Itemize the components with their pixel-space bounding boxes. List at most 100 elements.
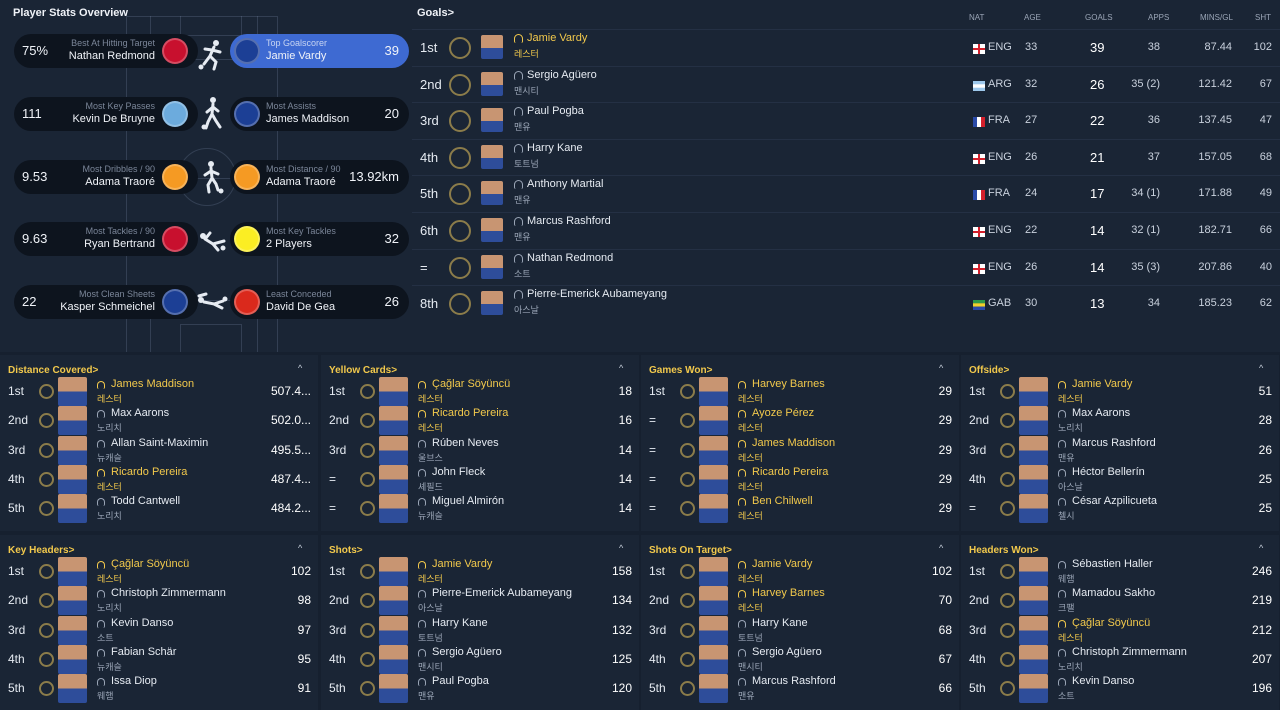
club-name[interactable]: 노리치 (97, 421, 122, 434)
list-item[interactable]: 1st Çağlar Söyüncü 레스터 18 (321, 377, 639, 406)
club-name[interactable]: 맨시티 (738, 660, 763, 673)
player-name[interactable]: Max Aarons (111, 407, 169, 419)
club-name[interactable]: 레스터 (738, 480, 763, 493)
table-row[interactable]: 3rd Paul Pogba 맨유 FRA 27 22 36 137.45 47 (412, 102, 1280, 138)
club-name[interactable]: 레스터 (738, 601, 763, 614)
stat-pill-right[interactable]: 13.92km Most Distance / 90 Adama Traoré (230, 160, 409, 194)
list-item[interactable]: 2nd Christoph Zimmermann 노리치 98 (0, 586, 318, 616)
collapse-icon[interactable]: ^ (1259, 363, 1269, 373)
collapse-icon[interactable]: ^ (298, 363, 308, 373)
list-item[interactable]: 2nd Harvey Barnes 레스터 70 (641, 586, 959, 616)
list-item[interactable]: 1st Çağlar Söyüncü 레스터 102 (0, 557, 318, 586)
player-name[interactable]: James Maddison (111, 378, 194, 390)
panel-title-link[interactable]: Games Won> (649, 365, 712, 376)
club-name[interactable]: 레스터 (738, 392, 763, 405)
list-item[interactable]: 3rd Harry Kane 토트넘 68 (641, 615, 959, 645)
list-item[interactable]: = James Maddison 레스터 29 (641, 435, 959, 465)
list-item[interactable]: = César Azpilicueta 첼시 25 (961, 494, 1279, 524)
table-row[interactable]: = Nathan Redmond 소트 ENG 26 14 35 (3) 207.86 40 (412, 248, 1280, 285)
list-item[interactable]: = Ricardo Pereira 레스터 29 (641, 464, 959, 494)
club-name[interactable]: 레스터 (97, 392, 122, 405)
table-row[interactable]: 1st Jamie Vardy 레스터 ENG 33 39 38 87.44 102 (412, 29, 1280, 65)
header-shots[interactable]: SHT (1255, 13, 1271, 22)
player-name[interactable]: Ricardo Pereira (432, 407, 508, 419)
list-item[interactable]: 4th Fabian Schär 뉴캐슬 95 (0, 644, 318, 674)
player-name[interactable]: James Maddison (266, 113, 349, 125)
collapse-icon[interactable]: ^ (1259, 543, 1269, 553)
club-name[interactable]: 울브스 (418, 451, 443, 464)
list-item[interactable]: 3rd Çağlar Söyüncü 레스터 212 (961, 615, 1279, 645)
list-item[interactable]: 4th Sergio Agüero 맨시티 125 (321, 644, 639, 674)
player-name[interactable]: Sergio Agüero (752, 646, 822, 658)
panel-title-link[interactable]: Yellow Cards> (329, 365, 397, 376)
list-item[interactable]: 3rd Marcus Rashford 맨유 26 (961, 435, 1279, 465)
player-name[interactable]: Çağlar Söyüncü (1072, 617, 1150, 629)
player-name[interactable]: Sergio Agüero (527, 69, 597, 81)
list-item[interactable]: 1st Harvey Barnes 레스터 29 (641, 377, 959, 406)
list-item[interactable]: 4th Héctor Bellerín 아스날 25 (961, 464, 1279, 494)
club-name[interactable]: 소트 (1058, 689, 1075, 702)
player-name[interactable]: Kevin De Bruyne (72, 113, 155, 125)
club-name[interactable]: 레스터 (418, 392, 443, 405)
club-name[interactable]: 레스터 (738, 572, 763, 585)
player-name[interactable]: Ayoze Pérez (752, 407, 814, 419)
list-item[interactable]: 1st Jamie Vardy 레스터 158 (321, 557, 639, 586)
club-name[interactable]: 웨햄 (1058, 572, 1075, 585)
player-name[interactable]: Kevin Danso (111, 617, 173, 629)
list-item[interactable]: = Ben Chilwell 레스터 29 (641, 494, 959, 524)
club-name[interactable]: 노리치 (97, 509, 122, 522)
player-name[interactable]: Paul Pogba (432, 675, 489, 687)
player-name[interactable]: Sébastien Haller (1072, 558, 1153, 570)
player-name[interactable]: Jamie Vardy (527, 32, 587, 44)
player-name[interactable]: Nathan Redmond (527, 252, 613, 264)
stat-pill-right[interactable]: 32 Most Key Tackles 2 Players (230, 222, 409, 256)
list-item[interactable]: 5th Kevin Danso 소트 196 (961, 674, 1279, 704)
club-name[interactable]: 첼시 (1058, 509, 1075, 522)
list-item[interactable]: 5th Paul Pogba 맨유 120 (321, 674, 639, 704)
list-item[interactable]: 1st Sébastien Haller 웨햄 246 (961, 557, 1279, 586)
club-name[interactable]: 레스터 (738, 509, 763, 522)
panel-title-link[interactable]: Shots> (329, 545, 363, 556)
player-name[interactable]: David De Gea (266, 301, 335, 313)
stat-pill-left[interactable]: 111 Most Key Passes Kevin De Bruyne (14, 97, 198, 131)
collapse-icon[interactable]: ^ (939, 363, 949, 373)
player-name[interactable]: Rúben Neves (432, 437, 499, 449)
collapse-icon[interactable]: ^ (619, 543, 629, 553)
player-name[interactable]: Harvey Barnes (752, 587, 825, 599)
panel-title-link[interactable]: Headers Won> (969, 545, 1039, 556)
player-name[interactable]: Jamie Vardy (432, 558, 492, 570)
list-item[interactable]: 2nd Ricardo Pereira 레스터 16 (321, 406, 639, 436)
header-age[interactable]: AGE (1024, 13, 1041, 22)
player-name[interactable]: Christoph Zimmermann (1072, 646, 1187, 658)
list-item[interactable]: 2nd Max Aarons 노리치 28 (961, 406, 1279, 436)
panel-title-link[interactable]: Offside> (969, 365, 1009, 376)
table-row[interactable]: 8th Pierre-Emerick Aubameyang 아스날 GAB 30 13 34… (412, 285, 1280, 321)
stat-pill-left[interactable]: 75% Best At Hitting Target Nathan Redmond (14, 34, 198, 68)
player-name[interactable]: Mamadou Sakho (1072, 587, 1155, 599)
stat-pill-left[interactable]: 9.53 Most Dribbles / 90 Adama Traoré (14, 160, 198, 194)
club-name[interactable]: 크팰 (1058, 601, 1075, 614)
club-name[interactable]: 노리치 (1058, 660, 1083, 673)
table-row[interactable]: 4th Harry Kane 토트넘 ENG 26 21 37 157.05 68 (412, 138, 1280, 175)
player-name[interactable]: Kasper Schmeichel (60, 301, 155, 313)
player-name[interactable]: Ricardo Pereira (752, 466, 828, 478)
list-item[interactable]: 2nd Mamadou Sakho 크팰 219 (961, 586, 1279, 616)
club-name[interactable]: 노리치 (1058, 421, 1083, 434)
player-name[interactable]: Pierre-Emerick Aubameyang (432, 587, 572, 599)
panel-title-link[interactable]: Shots On Target> (649, 545, 732, 556)
club-name[interactable]: 뉴캐슬 (97, 660, 122, 673)
club-name[interactable]: 웨햄 (97, 689, 114, 702)
club-name[interactable]: 맨유 (418, 689, 435, 702)
player-name[interactable]: Harvey Barnes (752, 378, 825, 390)
list-item[interactable]: = Miguel Almirón 뉴캐슬 14 (321, 494, 639, 524)
panel-title-link[interactable]: Key Headers> (8, 545, 74, 556)
player-name[interactable]: Max Aarons (1072, 407, 1130, 419)
player-name[interactable]: Christoph Zimmermann (111, 587, 226, 599)
player-name[interactable]: Miguel Almirón (432, 495, 504, 507)
player-name[interactable]: 2 Players (266, 238, 312, 250)
player-name[interactable]: Çağlar Söyüncü (111, 558, 189, 570)
player-name[interactable]: Paul Pogba (527, 105, 584, 117)
list-item[interactable]: 3rd Kevin Danso 소트 97 (0, 615, 318, 645)
stat-pill-right[interactable]: 39 Top Goalscorer Jamie Vardy (230, 34, 409, 68)
list-item[interactable]: 5th Marcus Rashford 맨유 66 (641, 674, 959, 704)
